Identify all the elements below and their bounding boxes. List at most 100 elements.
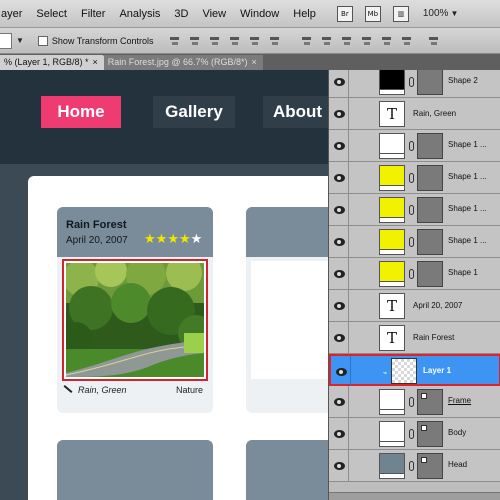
tab-label: % (Layer 1, RGB/8) * xyxy=(4,57,89,67)
menu-help[interactable]: Help xyxy=(286,8,323,20)
tool-preset-picker[interactable] xyxy=(0,32,12,49)
arrange-icon[interactable]: ▥ xyxy=(392,5,409,22)
bridge-icon[interactable]: Br xyxy=(336,5,353,22)
menu-window[interactable]: Window xyxy=(233,8,286,20)
layer-row[interactable]: Shape 1 ... xyxy=(329,226,500,258)
thumbnail-fill xyxy=(380,262,404,282)
layer-row[interactable]: Frame xyxy=(329,386,500,418)
nav-about[interactable]: About xyxy=(263,96,328,128)
visibility-toggle[interactable] xyxy=(329,450,349,482)
auto-align-icon[interactable] xyxy=(427,34,441,48)
layer-row[interactable]: Shape 2 xyxy=(329,70,500,98)
visibility-toggle[interactable] xyxy=(329,322,349,354)
visibility-toggle[interactable] xyxy=(329,418,349,450)
menu-analysis[interactable]: Analysis xyxy=(112,8,167,20)
eye-icon xyxy=(334,334,345,342)
visibility-toggle[interactable] xyxy=(329,194,349,226)
visibility-toggle[interactable] xyxy=(329,70,349,98)
distribute-top-icon[interactable] xyxy=(300,34,314,48)
distribute-vcenter-icon[interactable] xyxy=(320,34,334,48)
nav-gallery[interactable]: Gallery xyxy=(153,96,235,128)
visibility-toggle[interactable] xyxy=(329,162,349,194)
layer-name: Frame xyxy=(448,396,472,405)
align-right-icon[interactable] xyxy=(268,34,282,48)
layer-row[interactable]: Shape 1 ... xyxy=(329,130,500,162)
layer-row[interactable]: T April 20, 2007 xyxy=(329,290,500,322)
layer-row[interactable]: Head xyxy=(329,450,500,482)
tab-layer-1[interactable]: % (Layer 1, RGB/8) * × xyxy=(0,55,104,70)
thumbnail-fill xyxy=(380,198,404,218)
chain-link-icon[interactable] xyxy=(409,397,414,407)
chain-link-icon[interactable] xyxy=(409,461,414,471)
chain-link-icon[interactable] xyxy=(409,237,414,247)
chain-link-icon[interactable] xyxy=(409,173,414,183)
chain-link-icon[interactable] xyxy=(409,429,414,439)
layer-thumbnail xyxy=(379,421,405,447)
align-top-icon[interactable] xyxy=(168,34,182,48)
menu-3d[interactable]: 3D xyxy=(167,8,195,20)
menu-layer[interactable]: ayer xyxy=(0,8,29,20)
layer-thumbnail xyxy=(379,70,405,95)
document-canvas[interactable]: Home Gallery About Rain Forest April 20,… xyxy=(0,70,328,500)
mini-bridge-icon[interactable]: Mb xyxy=(364,5,381,22)
close-icon[interactable]: × xyxy=(252,57,257,67)
visibility-toggle[interactable] xyxy=(329,130,349,162)
show-transform-checkbox[interactable] xyxy=(37,35,48,46)
layer-row[interactable]: Shape 1 ... xyxy=(329,162,500,194)
visibility-toggle[interactable] xyxy=(329,226,349,258)
chain-link-icon[interactable] xyxy=(409,77,414,87)
chain-link-icon[interactable] xyxy=(409,141,414,151)
tab-rain-forest[interactable]: Rain Forest.jpg @ 66.7% (RGB/8*) × xyxy=(103,55,263,70)
layer-name: Layer 1 xyxy=(423,366,452,375)
eye-icon xyxy=(334,174,345,182)
distribute-right-icon[interactable] xyxy=(400,34,414,48)
layer-name: Shape 1 xyxy=(448,268,478,277)
chain-link-icon[interactable] xyxy=(409,269,414,279)
distribute-hcenter-icon[interactable] xyxy=(380,34,394,48)
thumbnail-base xyxy=(380,281,404,286)
star-icon: ★ xyxy=(144,232,156,247)
visibility-toggle[interactable] xyxy=(329,258,349,290)
align-hcenter-icon[interactable] xyxy=(248,34,262,48)
eye-icon xyxy=(334,430,345,438)
chevron-down-icon[interactable]: ▼ xyxy=(16,36,24,45)
menu-view[interactable]: View xyxy=(195,8,233,20)
eye-icon xyxy=(334,110,345,118)
thumbnail-fill xyxy=(380,390,404,410)
star-icon: ★ xyxy=(190,232,203,247)
visibility-toggle[interactable] xyxy=(329,290,349,322)
layer-row[interactable]: Shape 1 ... xyxy=(329,194,500,226)
thumbnail-base xyxy=(380,89,404,94)
menu-select[interactable]: Select xyxy=(29,8,74,20)
eye-icon xyxy=(334,302,345,310)
align-bottom-icon[interactable] xyxy=(208,34,222,48)
layer-row[interactable]: T Rain, Green xyxy=(329,98,500,130)
menu-filter[interactable]: Filter xyxy=(74,8,112,20)
visibility-toggle[interactable] xyxy=(329,98,349,130)
chain-link-icon[interactable] xyxy=(409,205,414,215)
menu-bar: ayer Select Filter Analysis 3D View Wind… xyxy=(0,0,500,28)
visibility-toggle[interactable] xyxy=(329,386,349,418)
thumbnail-fill xyxy=(380,166,404,186)
mask-shape xyxy=(421,425,427,431)
layer-thumbnail xyxy=(379,133,405,159)
nav-home[interactable]: Home xyxy=(41,96,121,128)
pen-icon xyxy=(63,385,73,393)
layer-name: Shape 2 xyxy=(448,76,478,85)
close-icon[interactable]: × xyxy=(93,57,98,67)
align-vcenter-icon[interactable] xyxy=(188,34,202,48)
distribute-left-icon[interactable] xyxy=(360,34,374,48)
link-icon: ⌁ xyxy=(383,370,388,377)
align-left-icon[interactable] xyxy=(228,34,242,48)
zoom-select[interactable]: 100% ▼ xyxy=(423,8,459,19)
card-title: Rain Forest xyxy=(66,219,127,231)
card-date: April 20, 2007 xyxy=(66,235,128,246)
mask-shape xyxy=(421,393,427,399)
layer-row[interactable]: ⌁ Layer 1 xyxy=(329,354,500,388)
options-bar: ▼ Show Transform Controls xyxy=(0,28,500,54)
visibility-toggle[interactable] xyxy=(331,356,351,388)
layer-row[interactable]: Shape 1 xyxy=(329,258,500,290)
layer-row[interactable]: Body xyxy=(329,418,500,450)
distribute-bottom-icon[interactable] xyxy=(340,34,354,48)
layer-row[interactable]: T Rain Forest xyxy=(329,322,500,354)
